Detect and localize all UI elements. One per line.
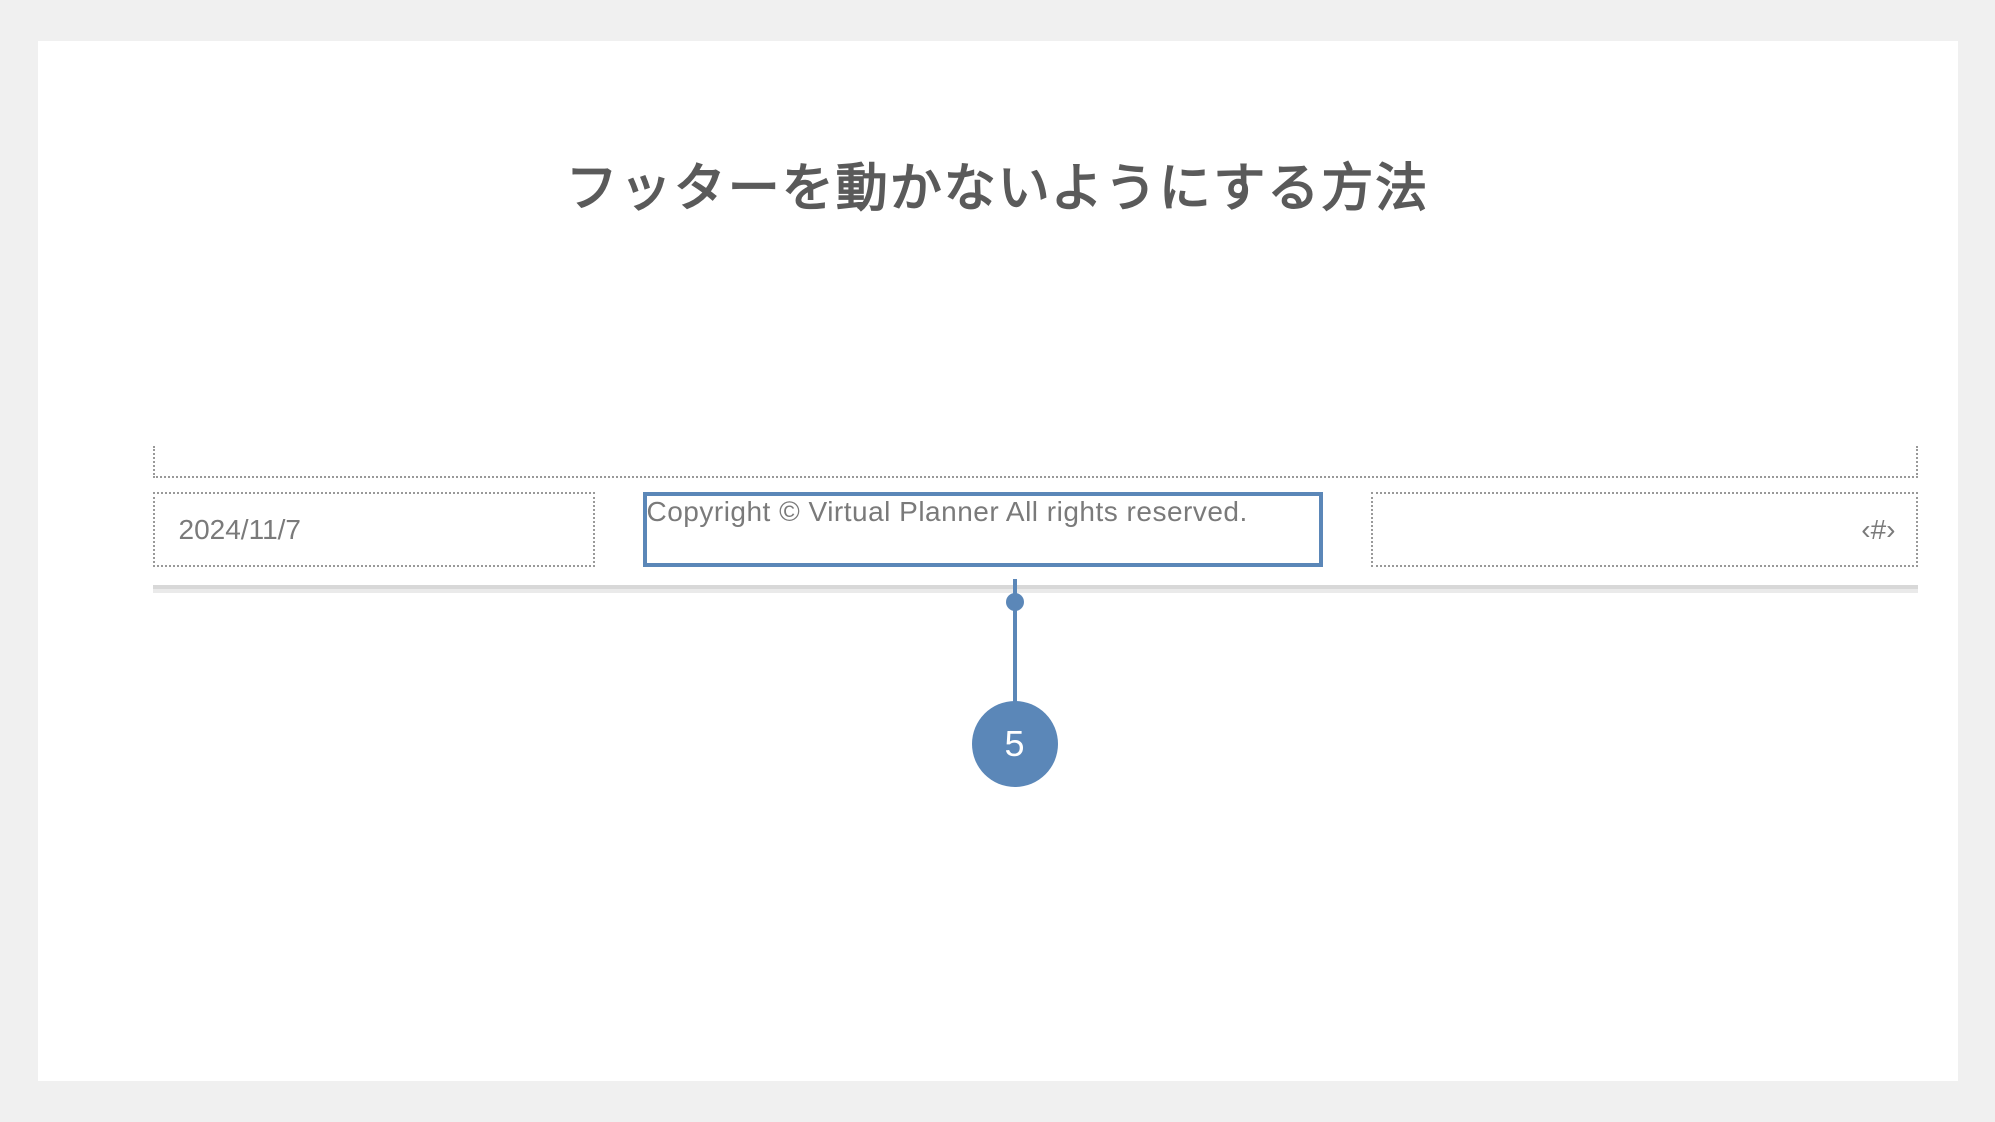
footer-date: 2024/11/7 [179, 514, 302, 546]
callout-number-badge: 5 [972, 701, 1058, 787]
slide-title: フッターを動かないようにする方法 [38, 146, 1958, 221]
callout-number: 5 [1004, 723, 1024, 765]
footer-area: 2024/11/7 Copyright © Virtual Planner Al… [153, 446, 1918, 567]
footer-row: 2024/11/7 Copyright © Virtual Planner Al… [153, 492, 1918, 567]
footer-copyright: Copyright © Virtual Planner All rights r… [647, 496, 1248, 527]
footer-date-box: 2024/11/7 [153, 492, 595, 567]
footer-pagenum-box: ‹#› [1371, 492, 1918, 567]
body-placeholder [153, 446, 1918, 478]
slide: フッターを動かないようにする方法 2024/11/7 Copyright © V… [38, 41, 1958, 1081]
footer-pagenum: ‹#› [1861, 514, 1895, 546]
slide-divider [153, 585, 1918, 593]
callout-connector-line [1013, 579, 1017, 714]
footer-copyright-box[interactable]: Copyright © Virtual Planner All rights r… [643, 492, 1323, 567]
